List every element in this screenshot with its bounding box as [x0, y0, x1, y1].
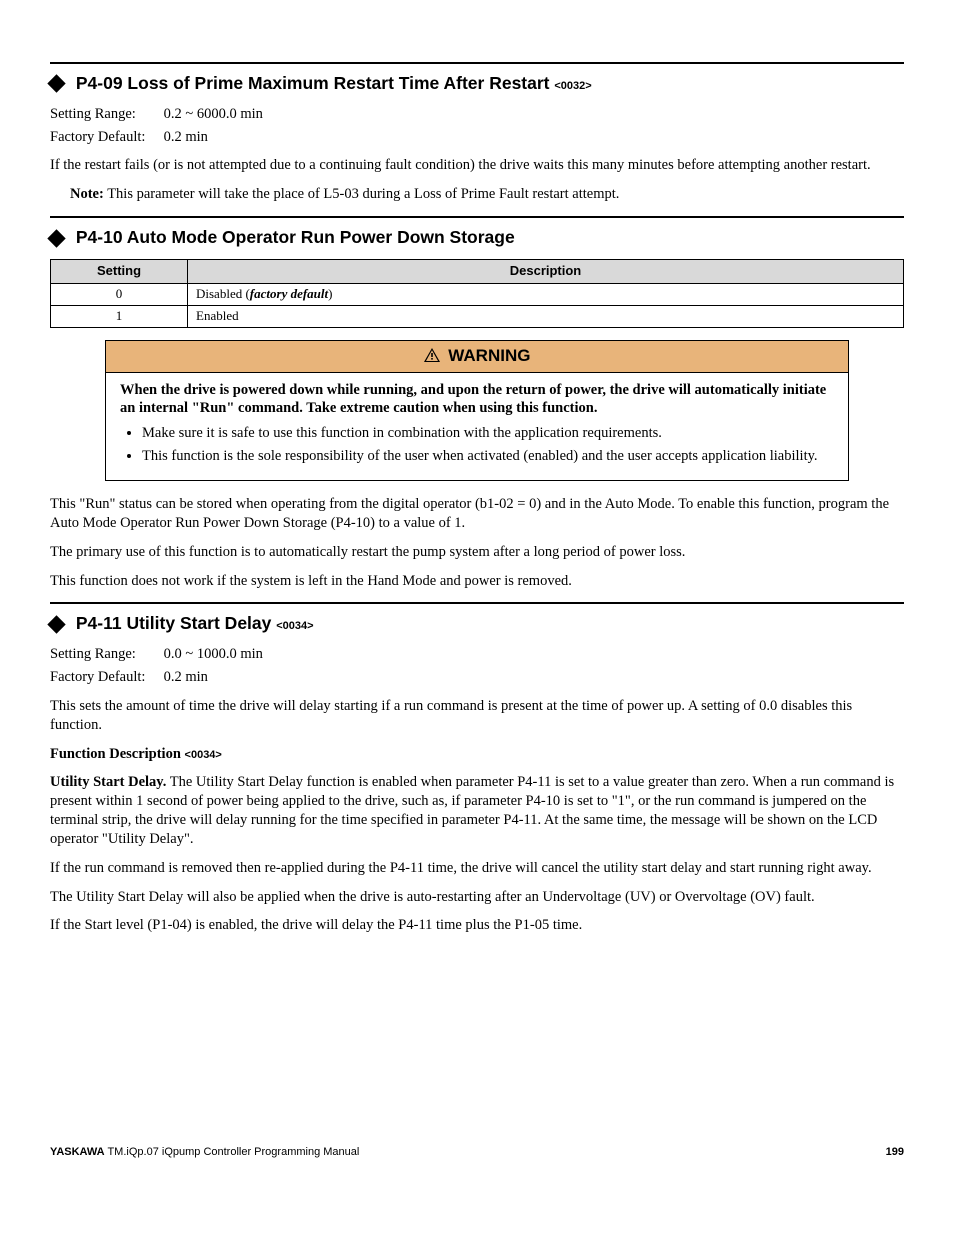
table-header-row: Setting Description: [51, 259, 904, 283]
factory-default-text: factory default: [250, 286, 328, 301]
warning-bullet: This function is the sole responsibility…: [142, 447, 834, 466]
heading-code: <0034>: [276, 620, 313, 632]
footer-brand: YASKAWA: [50, 1146, 105, 1158]
warning-lead: When the drive is powered down while run…: [120, 381, 834, 419]
warning-bullet: Make sure it is safe to use this functio…: [142, 424, 834, 443]
setting-range-row: Setting Range: 0.0 ~ 1000.0 min: [50, 645, 904, 664]
footer-doc-title: TM.iQp.07 iQpump Controller Programming …: [105, 1146, 360, 1158]
note-row: Note: This parameter will take the place…: [70, 185, 904, 204]
body-paragraph: This function does not work if the syste…: [50, 572, 904, 591]
note-label: Note:: [70, 186, 104, 202]
section-heading-p4-09: P4-09 Loss of Prime Maximum Restart Time…: [50, 72, 904, 95]
body-paragraph: Utility Start Delay. The Utility Start D…: [50, 773, 904, 848]
cell-description: Enabled: [188, 305, 904, 327]
note-text: This parameter will take the place of L5…: [107, 186, 619, 202]
body-paragraph: If the Start level (P1-04) is enabled, t…: [50, 916, 904, 935]
section-rule: [50, 62, 904, 64]
body-paragraph: If the restart fails (or is not attempte…: [50, 156, 904, 175]
diamond-icon: [47, 615, 65, 633]
setting-range-label: Setting Range:: [50, 645, 160, 664]
setting-range-row: Setting Range: 0.2 ~ 6000.0 min: [50, 105, 904, 124]
cell-setting: 0: [51, 283, 188, 305]
fn-head-code: <0034>: [185, 749, 222, 761]
warning-header: WARNING: [106, 341, 848, 373]
factory-default-value: 0.2 min: [164, 129, 208, 145]
cell-description: Disabled (factory default): [188, 283, 904, 305]
desc-pre: Disabled (: [196, 286, 250, 301]
body-paragraph: This sets the amount of time the drive w…: [50, 697, 904, 735]
warning-body: When the drive is powered down while run…: [106, 373, 848, 480]
heading-text: P4-09 Loss of Prime Maximum Restart Time…: [76, 73, 555, 93]
factory-default-row: Factory Default: 0.2 min: [50, 128, 904, 147]
section-rule: [50, 602, 904, 604]
col-setting: Setting: [51, 259, 188, 283]
factory-default-row: Factory Default: 0.2 min: [50, 668, 904, 687]
body-paragraph: The primary use of this function is to a…: [50, 543, 904, 562]
heading-text: P4-10 Auto Mode Operator Run Power Down …: [76, 227, 515, 247]
table-row: 0 Disabled (factory default): [51, 283, 904, 305]
setting-range-value: 0.2 ~ 6000.0 min: [164, 106, 263, 122]
warning-box: WARNING When the drive is powered down w…: [105, 340, 849, 481]
diamond-icon: [47, 229, 65, 247]
body-paragraph: If the run command is removed then re-ap…: [50, 859, 904, 878]
desc-pre: Enabled: [196, 308, 239, 323]
setting-range-value: 0.0 ~ 1000.0 min: [164, 646, 263, 662]
warning-title: WARNING: [448, 346, 530, 365]
warning-bullets: Make sure it is safe to use this functio…: [120, 424, 834, 466]
function-description-heading: Function Description <0034>: [50, 745, 904, 764]
table-row: 1 Enabled: [51, 305, 904, 327]
factory-default-label: Factory Default:: [50, 668, 160, 687]
desc-post: ): [328, 286, 332, 301]
factory-default-value: 0.2 min: [164, 669, 208, 685]
setting-range-label: Setting Range:: [50, 105, 160, 124]
body-paragraph: This "Run" status can be stored when ope…: [50, 495, 904, 533]
utility-start-delay-lead: Utility Start Delay.: [50, 774, 166, 790]
cell-setting: 1: [51, 305, 188, 327]
page-footer: YASKAWA TM.iQp.07 iQpump Controller Prog…: [50, 1145, 904, 1159]
col-description: Description: [188, 259, 904, 283]
section-heading-p4-10: P4-10 Auto Mode Operator Run Power Down …: [50, 226, 904, 249]
warning-triangle-icon: [424, 346, 440, 368]
heading-text: P4-11 Utility Start Delay: [76, 613, 276, 633]
fn-head-text: Function Description: [50, 746, 185, 762]
section-rule: [50, 216, 904, 218]
diamond-icon: [47, 75, 65, 93]
body-paragraph: The Utility Start Delay will also be app…: [50, 888, 904, 907]
footer-page-number: 199: [886, 1145, 904, 1159]
heading-code: <0032>: [554, 80, 591, 92]
settings-table: Setting Description 0 Disabled (factory …: [50, 259, 904, 328]
utility-start-delay-body: The Utility Start Delay function is enab…: [50, 774, 894, 847]
section-heading-p4-11: P4-11 Utility Start Delay <0034>: [50, 612, 904, 635]
factory-default-label: Factory Default:: [50, 128, 160, 147]
